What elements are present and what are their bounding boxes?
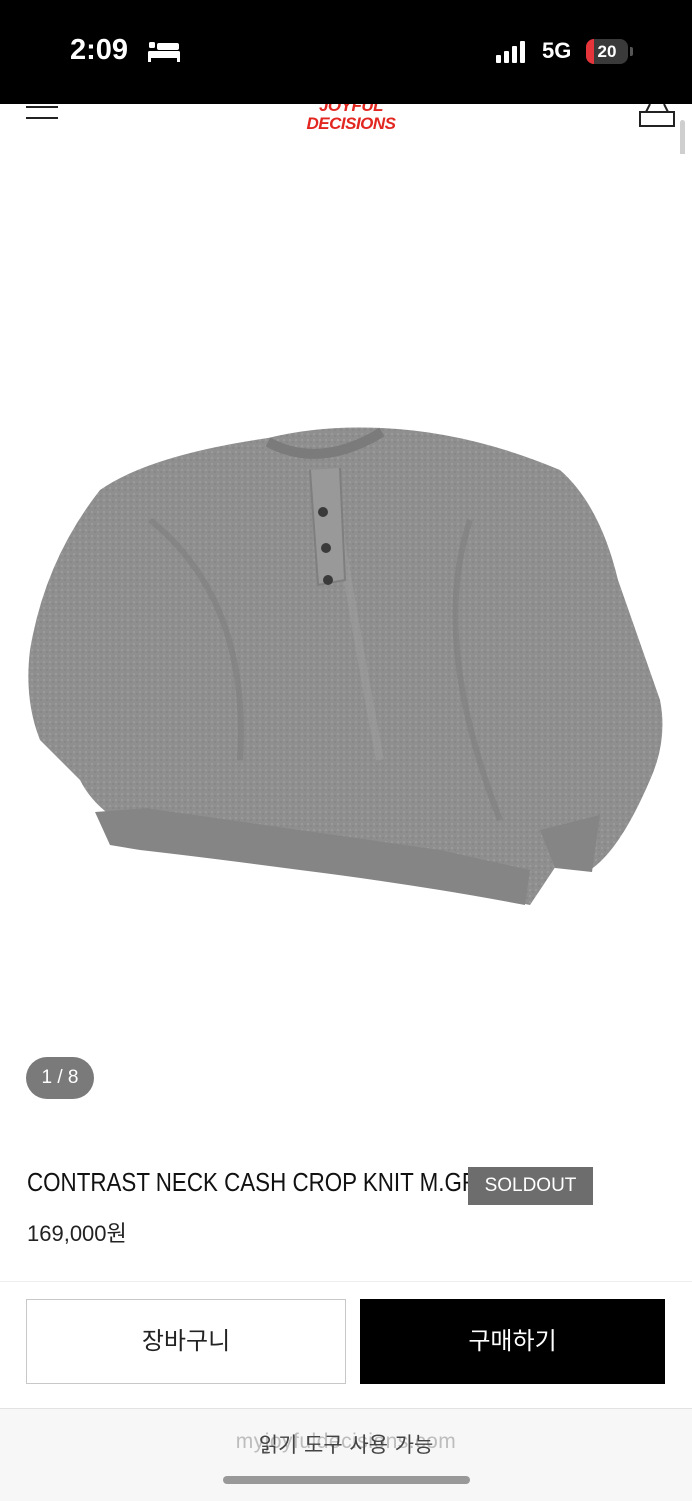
site-header: JOYFUL DECISIONS [0, 104, 692, 154]
logo-line-2: DECISIONS [306, 114, 396, 133]
battery-icon: 20 [586, 39, 628, 64]
sweater-button [323, 575, 333, 585]
buy-now-button[interactable]: 구매하기 [360, 1299, 665, 1384]
home-indicator[interactable] [223, 1476, 470, 1484]
status-bar: 2:09 5G 20 [0, 0, 692, 104]
product-price: 169,000원 [27, 1221, 127, 1246]
network-type: 5G [542, 38, 572, 63]
bed-icon [148, 42, 180, 62]
bag-icon[interactable] [638, 104, 676, 130]
brand-logo[interactable]: JOYFUL DECISIONS [296, 104, 406, 140]
divider [0, 1281, 692, 1282]
sweater-button [321, 543, 331, 553]
signal-icon [496, 41, 525, 63]
battery-level: 20 [597, 42, 617, 61]
product-image[interactable] [0, 154, 692, 1114]
add-to-cart-button[interactable]: 장바구니 [26, 1299, 346, 1384]
status-time: 2:09 [70, 34, 129, 66]
product-title: CONTRAST NECK CASH CROP KNIT M.GREY [27, 1167, 508, 1197]
sweater-button [318, 507, 328, 517]
image-counter: 1 / 8 [26, 1057, 94, 1099]
reader-available-label[interactable]: 읽기 도구 사용 가능 [0, 1429, 692, 1459]
battery-cap [630, 47, 633, 56]
soldout-badge: SOLDOUT [468, 1167, 593, 1205]
menu-icon[interactable] [26, 104, 60, 124]
